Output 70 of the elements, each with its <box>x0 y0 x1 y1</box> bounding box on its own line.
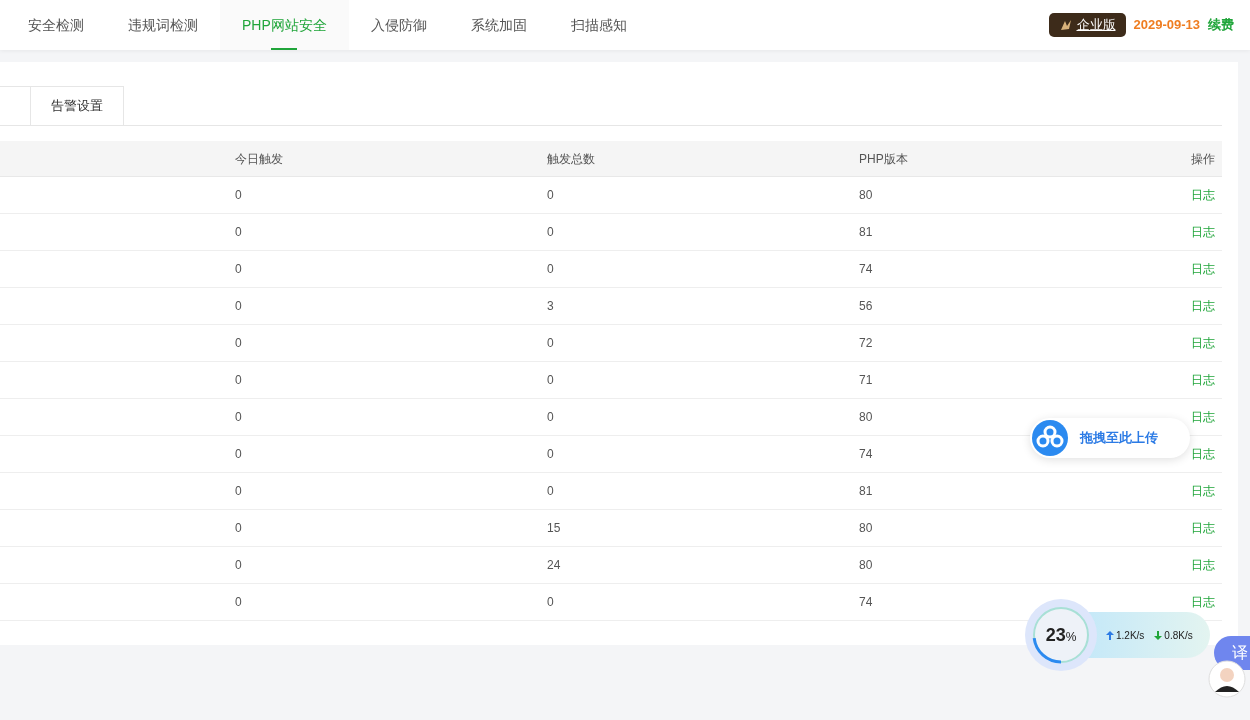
cloud-icon <box>1032 420 1068 456</box>
log-link[interactable]: 日志 <box>1191 556 1215 574</box>
table-cell: 15 <box>540 510 852 547</box>
nav-tab[interactable]: PHP网站安全 <box>220 0 349 50</box>
upload-speed: 1.2K/s <box>1116 628 1145 643</box>
log-link[interactable]: 日志 <box>1191 186 1215 204</box>
table-cell: 0 <box>228 399 540 436</box>
log-link[interactable]: 日志 <box>1191 223 1215 241</box>
edition-label: 企业版 <box>1076 16 1116 35</box>
nav-tab[interactable]: 入侵防御 <box>348 0 449 50</box>
table-cell: 0 <box>540 473 852 510</box>
log-link[interactable]: 日志 <box>1191 408 1215 426</box>
table-cell: 0 <box>228 325 540 362</box>
nav-tab[interactable]: 扫描感知 <box>548 0 649 50</box>
renew-link[interactable]: 续费 <box>1208 15 1234 35</box>
table-cell: 80 <box>852 547 1164 584</box>
log-link[interactable]: 日志 <box>1191 297 1215 315</box>
upload-bubble[interactable]: 拖拽至此上传 <box>1030 418 1190 458</box>
table-cell: 0 <box>540 584 852 621</box>
column-header: 触发总数 <box>540 141 852 177</box>
table-cell: 0 <box>228 584 540 621</box>
column-header: 今日触发 <box>228 141 540 177</box>
column-header: 操作 <box>1164 141 1222 177</box>
table-cell: 0 <box>540 436 852 473</box>
table-cell: 0 <box>228 436 540 473</box>
table-cell: 0 <box>540 177 852 214</box>
table-cell: 81 <box>852 214 1164 251</box>
table-cell: 71 <box>852 362 1164 399</box>
table-cell: 24 <box>540 547 852 584</box>
table-cell: 3 <box>540 288 852 325</box>
table-cell: 74 <box>852 251 1164 288</box>
table-cell: 80 <box>852 510 1164 547</box>
table-cell: 56 <box>852 288 1164 325</box>
usage-ring <box>1031 605 1091 665</box>
table-cell: 81 <box>852 473 1164 510</box>
table-cell: 0 <box>228 288 540 325</box>
log-link[interactable]: 日志 <box>1191 334 1215 352</box>
down-arrow-icon <box>1154 630 1163 640</box>
log-link[interactable]: 日志 <box>1191 445 1215 463</box>
log-link[interactable]: 日志 <box>1191 593 1215 611</box>
avatar[interactable] <box>1208 660 1246 698</box>
table-cell: 0 <box>540 214 852 251</box>
usage-percent: 23% <box>1045 623 1077 647</box>
wings-icon <box>1058 18 1073 32</box>
log-link[interactable]: 日志 <box>1191 260 1215 278</box>
table-cell: 0 <box>540 399 852 436</box>
table-cell: 0 <box>228 473 540 510</box>
table-cell: 80 <box>852 177 1164 214</box>
nav-tab[interactable]: 违规词检测 <box>106 0 220 50</box>
sub-tab[interactable]: 告警设置 <box>31 86 124 125</box>
table-cell: 0 <box>540 325 852 362</box>
nav-tab[interactable]: 系统加固 <box>448 0 549 50</box>
table-cell: 0 <box>540 251 852 288</box>
table-cell: 0 <box>228 214 540 251</box>
edition-badge[interactable]: 企业版 <box>1048 13 1126 37</box>
log-link[interactable]: 日志 <box>1191 371 1215 389</box>
table-cell: 0 <box>228 547 540 584</box>
expiry-date: 2029-09-13 <box>1133 16 1200 35</box>
table-cell: 0 <box>228 362 540 399</box>
table-cell: 0 <box>228 510 540 547</box>
download-speed: 0.8K/s <box>1164 628 1193 643</box>
table-cell: 0 <box>228 251 540 288</box>
nav-tab[interactable]: 安全检测 <box>6 0 106 50</box>
table-cell: 0 <box>228 177 540 214</box>
table-cell: 0 <box>540 362 852 399</box>
column-header: PHP版本 <box>852 141 1164 177</box>
log-link[interactable]: 日志 <box>1191 482 1215 500</box>
up-arrow-icon <box>1106 630 1114 640</box>
table-cell: 72 <box>852 325 1164 362</box>
log-link[interactable]: 日志 <box>1191 519 1215 537</box>
